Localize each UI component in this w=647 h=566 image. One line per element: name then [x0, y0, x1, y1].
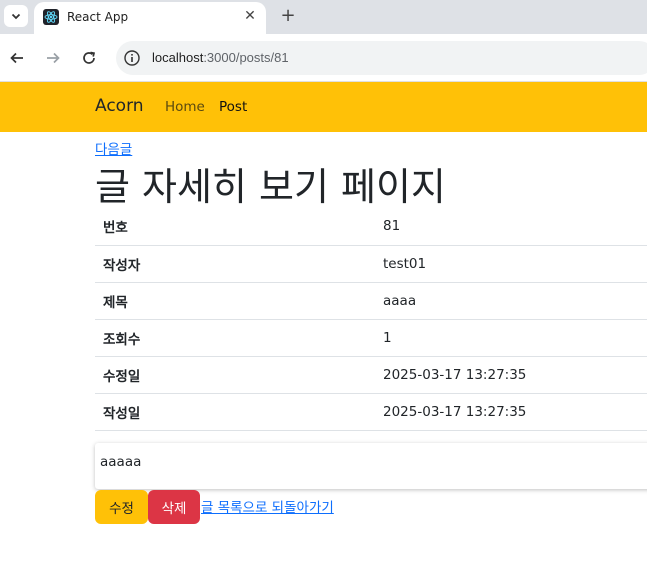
browser-tab[interactable]: React App ✕: [34, 2, 266, 34]
row-value-number: 81: [383, 218, 401, 235]
nav-link-home[interactable]: Home: [165, 99, 205, 115]
row-value-title: aaaa: [383, 292, 417, 309]
react-icon: [43, 9, 59, 25]
row-label-updated: 수정일: [103, 368, 141, 385]
tab-title: React App: [67, 10, 129, 24]
url-text: localhost:3000/posts/81: [152, 50, 289, 65]
site-info-icon[interactable]: [123, 49, 141, 67]
browser-tab-bar: React App ✕ +: [0, 0, 647, 34]
row-label-writer: 작성자: [103, 257, 141, 274]
edit-button[interactable]: 수정: [95, 490, 148, 524]
table-row: 조회수 1: [95, 319, 647, 356]
row-label-number: 번호: [103, 220, 128, 237]
plus-icon[interactable]: +: [278, 5, 298, 26]
row-value-updated: 2025-03-17 13:27:35: [383, 366, 527, 383]
row-value-writer: test01: [383, 255, 427, 272]
delete-button[interactable]: 삭제: [148, 490, 200, 524]
nav-link-post[interactable]: Post: [219, 99, 247, 115]
post-content-box: aaaaa: [95, 443, 647, 489]
page-title: 글 자세히 보기 페이지: [95, 165, 446, 209]
next-post-link[interactable]: 다음글: [95, 138, 132, 158]
post-content: aaaaa: [100, 454, 142, 470]
row-value-created: 2025-03-17 13:27:35: [383, 403, 527, 420]
row-label-created: 작성일: [103, 405, 141, 422]
browser-toolbar: localhost:3000/posts/81: [0, 34, 647, 82]
chevron-down-icon: [11, 13, 21, 20]
arrow-right-icon: [47, 52, 60, 64]
reload-button[interactable]: [78, 47, 100, 69]
table-row: 번호 81: [95, 208, 647, 245]
reload-icon: [83, 51, 96, 64]
forward-button[interactable]: [42, 47, 64, 69]
back-button[interactable]: [6, 47, 28, 69]
table-row: 작성자 test01: [95, 245, 647, 282]
app-navbar: Acorn Home Post: [0, 82, 647, 132]
row-label-views: 조회수: [103, 331, 141, 348]
tab-search-button[interactable]: [4, 5, 28, 27]
post-detail-table: 번호 81 작성자 test01 제목 aaaa 조회수 1 수정일 2025-…: [95, 208, 647, 431]
url-host: localhost: [152, 50, 204, 65]
table-row: 수정일 2025-03-17 13:27:35: [95, 356, 647, 393]
navbar-brand[interactable]: Acorn: [95, 96, 144, 116]
back-to-list-link[interactable]: 글 목록으로 되돌아가기: [201, 496, 334, 516]
url-path: :3000/posts/81: [203, 50, 289, 65]
arrow-left-icon: [10, 52, 23, 64]
address-bar[interactable]: localhost:3000/posts/81: [116, 41, 647, 75]
row-label-title: 제목: [103, 294, 128, 311]
close-icon[interactable]: ✕: [242, 8, 258, 24]
table-row: 제목 aaaa: [95, 282, 647, 319]
row-value-views: 1: [383, 329, 392, 346]
table-row: 작성일 2025-03-17 13:27:35: [95, 393, 647, 430]
